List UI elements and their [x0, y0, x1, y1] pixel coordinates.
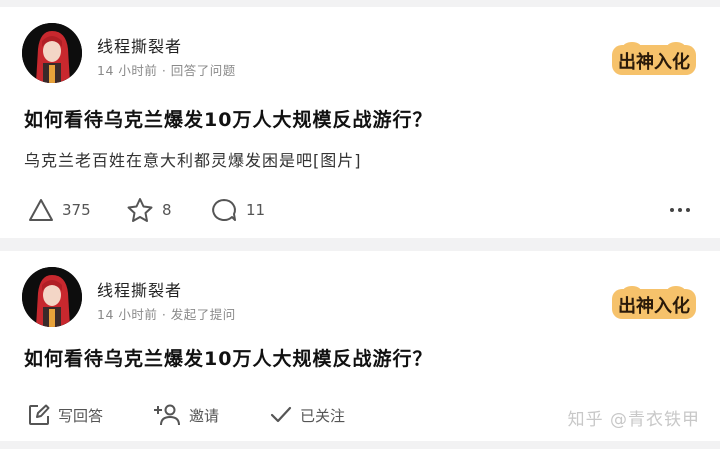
more-options-icon[interactable]: [670, 208, 690, 212]
write-answer-button[interactable]: 写回答: [28, 401, 103, 429]
upvote-count: 375: [62, 201, 91, 219]
answer-excerpt[interactable]: 乌克兰老百姓在意大利都灵爆发困是吧[图片]: [24, 147, 362, 171]
badge-label: 出神入化: [618, 296, 690, 317]
upvote-button[interactable]: 375: [28, 196, 91, 224]
follow-button[interactable]: 已关注: [270, 401, 345, 429]
avatar[interactable]: [22, 267, 82, 327]
avatar-image: [22, 267, 82, 327]
author-name[interactable]: 线程撕裂者: [97, 277, 182, 301]
post-meta: 14 小时前 · 发起了提问: [97, 307, 236, 322]
badge-label: 出神入化: [618, 52, 690, 73]
favorite-button[interactable]: 8: [126, 196, 172, 224]
achievement-badge: 出神入化: [610, 279, 698, 323]
achievement-badge: 出神入化: [610, 35, 698, 79]
star-icon: [127, 198, 153, 222]
comment-button[interactable]: 11: [210, 196, 265, 224]
add-user-icon: [154, 404, 180, 426]
write-answer-label: 写回答: [58, 406, 104, 425]
favorite-count: 8: [162, 201, 172, 219]
author-name[interactable]: 线程撕裂者: [97, 33, 182, 57]
comment-count: 11: [246, 201, 266, 219]
post-meta: 14 小时前 · 回答了问题: [97, 63, 236, 78]
invite-button[interactable]: 邀请: [153, 401, 219, 429]
question-title[interactable]: 如何看待乌克兰爆发10万人大规模反战游行？: [24, 344, 432, 371]
comment-bubble-icon: [212, 199, 236, 221]
avatar-image: [22, 23, 82, 83]
invite-label: 邀请: [189, 406, 220, 425]
feed-card-answer[interactable]: 线程撕裂者 14 小时前 · 回答了问题 出神入化 如何看待乌克兰爆发10万人大…: [0, 7, 720, 238]
checkmark-icon: [270, 406, 292, 423]
question-title[interactable]: 如何看待乌克兰爆发10万人大规模反战游行？: [24, 105, 432, 132]
avatar[interactable]: [22, 23, 82, 83]
upvote-triangle-icon: [29, 199, 53, 221]
edit-pencil-icon: [29, 404, 50, 425]
zhihu-watermark: 知乎 @青衣铁甲: [567, 410, 700, 430]
followed-label: 已关注: [300, 406, 346, 425]
